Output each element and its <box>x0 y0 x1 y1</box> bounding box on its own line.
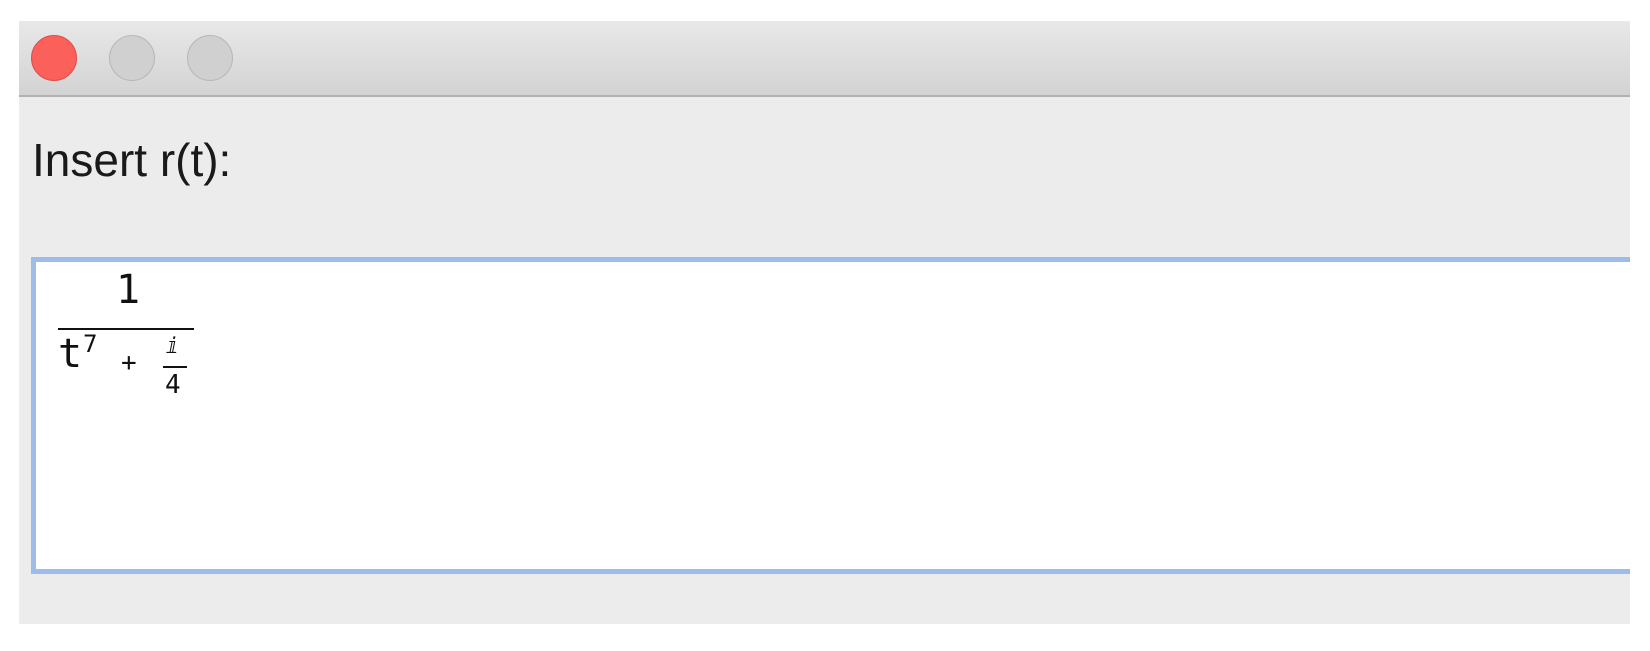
close-window-button[interactable] <box>31 35 77 81</box>
denominator-variable: t <box>58 331 83 377</box>
small-fraction-bar <box>163 366 187 368</box>
prompt-label: Insert r(t): <box>32 134 232 186</box>
plus-operator: + <box>121 348 137 378</box>
minimize-window-button[interactable] <box>109 35 155 81</box>
dialog-window: Insert r(t): 1 t 7 + ⅈ 4 <box>19 21 1630 624</box>
expression-input[interactable]: 1 t 7 + ⅈ 4 <box>31 257 1630 574</box>
fraction-bar <box>58 328 194 330</box>
imaginary-unit: ⅈ <box>166 334 180 359</box>
denominator-exponent: 7 <box>83 330 98 358</box>
fraction-numerator: 1 <box>116 267 141 313</box>
title-bar <box>19 21 1630 97</box>
small-fraction-denominator: 4 <box>165 370 181 400</box>
zoom-window-button[interactable] <box>187 35 233 81</box>
